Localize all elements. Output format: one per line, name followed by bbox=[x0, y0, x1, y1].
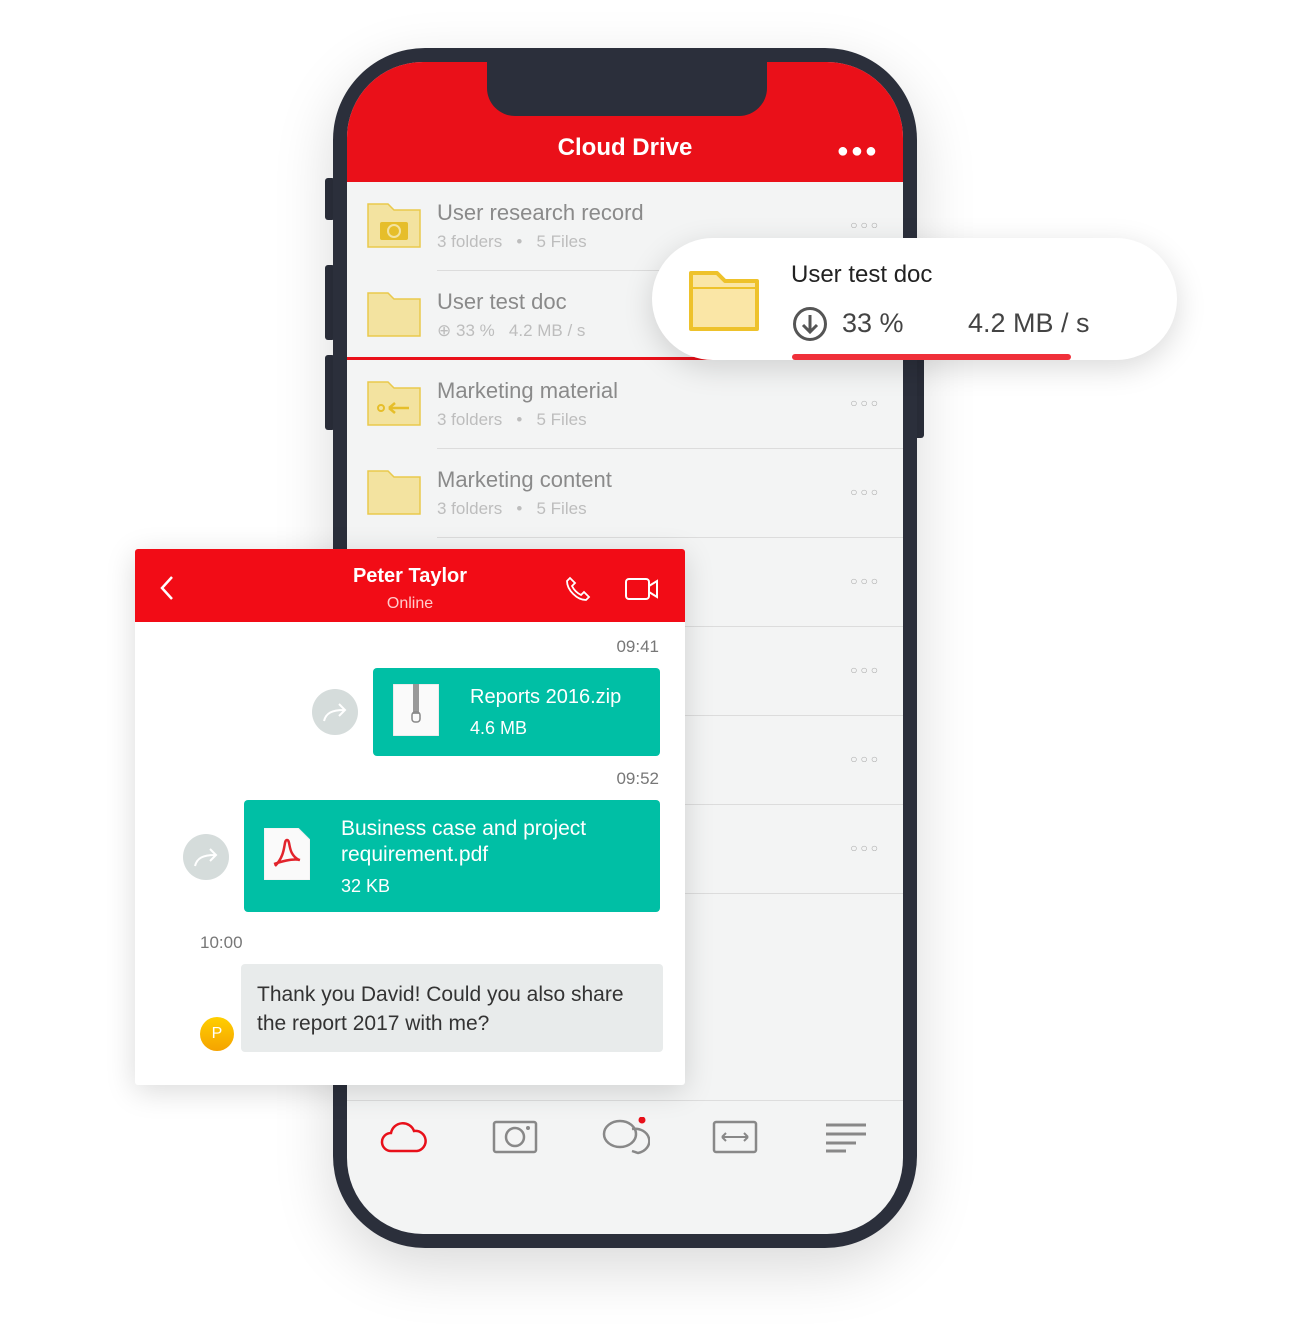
pdf-file-icon bbox=[264, 828, 310, 880]
file-size: 32 KB bbox=[341, 876, 391, 896]
file-meta: 3 folders • 5 Files bbox=[437, 232, 587, 251]
row-more-icon[interactable]: ○○○ bbox=[850, 574, 881, 588]
cloud-icon[interactable] bbox=[379, 1117, 429, 1157]
message-time: 09:41 bbox=[616, 637, 659, 656]
transfer-icon[interactable] bbox=[710, 1117, 760, 1157]
more-horizontal-icon[interactable]: ●●● bbox=[837, 140, 879, 163]
folder-icon bbox=[689, 271, 759, 331]
file-size: 4.6 MB bbox=[470, 718, 528, 738]
forward-button[interactable] bbox=[312, 689, 358, 735]
message-time: 09:52 bbox=[616, 769, 659, 788]
file-message[interactable]: Business case and project requirement.pd… bbox=[244, 800, 660, 912]
page-title: Cloud Drive bbox=[557, 134, 693, 161]
phone-call-icon[interactable] bbox=[565, 576, 591, 602]
row-more-icon[interactable]: ○○○ bbox=[850, 396, 881, 410]
file-meta: 3 folders • 5 Files bbox=[437, 410, 587, 429]
file-name: Reports 2016.zip bbox=[470, 686, 622, 708]
chat-icon[interactable] bbox=[600, 1117, 650, 1157]
popup-speed: 4.2 MB / s bbox=[968, 308, 1090, 338]
chat-header: Peter Taylor Online bbox=[135, 549, 685, 622]
file-name: Marketing content bbox=[437, 467, 612, 492]
chat-window: Peter Taylor Online 09:41 Reports 2016.z… bbox=[135, 549, 685, 1085]
contact-status: Online bbox=[386, 595, 434, 612]
video-call-icon[interactable] bbox=[625, 578, 659, 600]
popup-progress-bar bbox=[792, 354, 1071, 360]
zip-file-icon bbox=[393, 684, 439, 736]
file-message[interactable]: Reports 2016.zip 4.6 MB bbox=[373, 668, 660, 756]
file-name: User test doc bbox=[437, 289, 567, 314]
download-icon bbox=[793, 307, 827, 341]
row-more-icon[interactable]: ○○○ bbox=[850, 485, 881, 499]
download-status: ⊕ 33 % 4.2 MB / s bbox=[437, 321, 585, 341]
row-more-icon[interactable]: ○○○ bbox=[850, 841, 881, 855]
row-more-icon[interactable]: ○○○ bbox=[850, 752, 881, 766]
list-item[interactable]: Marketing content 3 folders • 5 Files ○○… bbox=[347, 449, 903, 538]
menu-icon[interactable] bbox=[821, 1117, 871, 1157]
popup-percent: 33 % bbox=[842, 308, 904, 338]
list-item[interactable]: Marketing material 3 folders • 5 Files ○… bbox=[347, 360, 903, 449]
forward-icon bbox=[194, 848, 218, 867]
download-speed: 4.2 MB / s bbox=[508, 321, 586, 340]
folder-icon bbox=[367, 470, 421, 515]
row-more-icon[interactable]: ○○○ bbox=[850, 663, 881, 677]
forward-icon bbox=[323, 703, 347, 722]
download-percent: 33 % bbox=[455, 321, 495, 340]
file-name: Business case and project requirement.pd… bbox=[341, 817, 587, 866]
folder-share-icon bbox=[367, 381, 421, 426]
download-popup[interactable]: User test doc 33 % 4.2 MB / s bbox=[652, 238, 1177, 360]
folder-camera-icon bbox=[367, 203, 421, 248]
row-more-icon[interactable]: ○○○ bbox=[850, 218, 881, 232]
message-time: 10:00 bbox=[200, 933, 243, 952]
file-name: Marketing material bbox=[437, 378, 618, 403]
file-name: User research record bbox=[437, 200, 644, 225]
forward-button[interactable] bbox=[183, 834, 229, 880]
notch bbox=[487, 62, 767, 116]
popup-file-name: User test doc bbox=[791, 261, 933, 288]
file-meta: 3 folders • 5 Files bbox=[437, 499, 587, 518]
contact-name: Peter Taylor bbox=[352, 565, 468, 587]
tabbar-divider bbox=[347, 1100, 903, 1101]
folder-icon bbox=[367, 292, 421, 337]
avatar: P bbox=[200, 1017, 234, 1051]
message-text: Thank you David! Could you also share th… bbox=[257, 983, 624, 1035]
text-message: Thank you David! Could you also share th… bbox=[241, 964, 663, 1052]
download-icon: ⊕ bbox=[437, 321, 452, 340]
camera-icon[interactable] bbox=[490, 1117, 540, 1157]
